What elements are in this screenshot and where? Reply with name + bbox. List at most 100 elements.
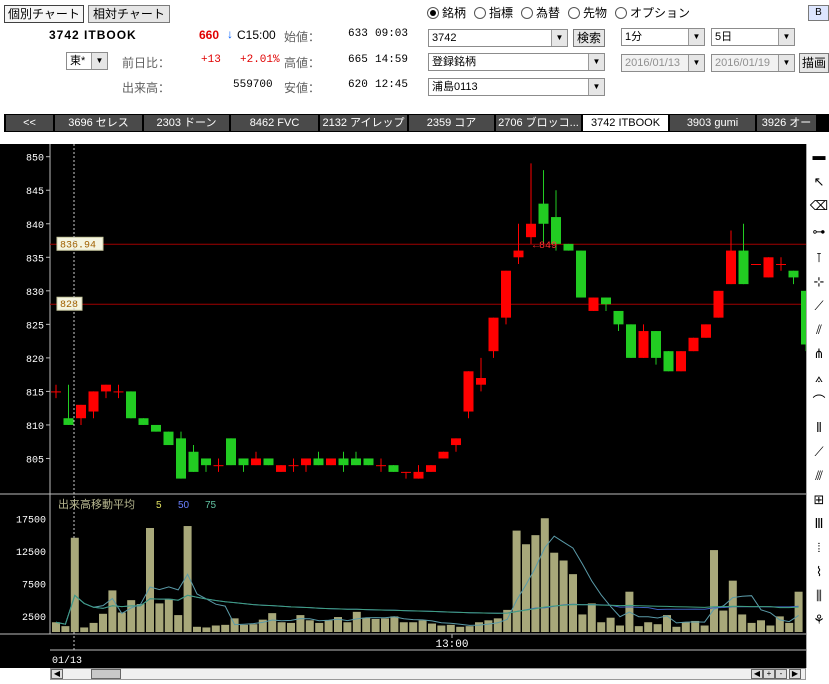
scroll-left-icon[interactable]: ◀ <box>51 669 63 679</box>
zoom-out-icon[interactable]: - <box>775 669 787 679</box>
volume-title: 出来高移動平均 <box>58 497 135 511</box>
volume-bar <box>672 626 681 632</box>
stock-name: 3742 ITBOOK <box>49 28 137 42</box>
candle-body <box>101 384 111 392</box>
volume-bar <box>268 613 277 632</box>
ray-line-icon[interactable]: ⟋ <box>809 442 829 462</box>
volume-bar <box>371 619 380 632</box>
candle-body <box>613 310 624 325</box>
text-icon[interactable]: Ⅲ <box>809 514 829 534</box>
period-count-icon[interactable]: ⦙ <box>809 538 829 558</box>
scroll-first-icon[interactable]: ◀ <box>751 669 763 679</box>
cross-line-icon[interactable]: ⊹ <box>809 272 829 292</box>
parallel-line-icon[interactable]: ⫽ <box>809 320 829 340</box>
candle-body <box>601 297 611 305</box>
channel-icon[interactable]: ⫻ <box>809 466 829 486</box>
volume-bar <box>606 617 615 632</box>
relative-chart-button[interactable]: 相対チャート <box>88 5 170 23</box>
stock-tab[interactable]: 8462 FVC <box>231 115 319 131</box>
radio-dot-icon <box>615 6 627 19</box>
exchange-select[interactable]: 東* ▼ <box>66 52 108 70</box>
scroll-thumb[interactable] <box>91 669 121 679</box>
fan-line-icon[interactable]: ⟑ <box>809 368 829 388</box>
volume-bar <box>522 544 530 632</box>
volume-bar <box>691 620 700 632</box>
gann-icon[interactable]: ⚘ <box>809 610 829 630</box>
toolbar-top-icon[interactable]: ▬ <box>809 146 829 166</box>
stock-tab[interactable]: 3742 ITBOOK <box>583 115 669 131</box>
volume-bar <box>164 598 173 632</box>
zoom-in-icon[interactable]: + <box>763 669 775 679</box>
single-chart-button[interactable]: 個別チャート <box>4 5 84 23</box>
price-tick-label: 850 <box>26 154 44 165</box>
dropdown-arrow-icon: ▼ <box>688 55 704 71</box>
corner-button[interactable]: B <box>808 5 829 21</box>
change-percent: +2.01% <box>240 54 280 66</box>
pattern-icon[interactable]: ⌇ <box>809 562 829 582</box>
price-tick-label: 825 <box>26 321 44 332</box>
stock-tab[interactable]: 2359 コア <box>409 115 495 131</box>
trend-line-icon[interactable]: ⟋ <box>809 296 829 316</box>
radio-index[interactable]: 指標 <box>474 4 513 21</box>
radio-dot-icon <box>474 6 486 19</box>
volume-bar <box>221 624 230 632</box>
candle-body <box>426 465 436 472</box>
volume-bar <box>108 590 117 632</box>
volume-bar <box>362 617 371 632</box>
price-tick-label: 820 <box>26 355 44 366</box>
stock-tab[interactable]: 3696 セレス <box>55 115 143 131</box>
price-tick-label: 835 <box>26 254 44 265</box>
draw-button[interactable]: 描画 <box>799 53 829 73</box>
radio-dot-icon <box>427 6 439 19</box>
eraser-icon[interactable]: ⌫ <box>809 196 829 216</box>
volume-bar <box>240 624 248 632</box>
high-annotation: ←849 <box>533 241 557 252</box>
radio-fx[interactable]: 為替 <box>521 4 560 21</box>
volume-tick-label: 12500 <box>16 548 46 559</box>
vertical-line-icon[interactable]: ⊺ <box>809 248 829 268</box>
candle-body <box>451 438 461 446</box>
volume-bar <box>578 614 587 632</box>
dropdown-arrow-icon: ▼ <box>688 29 704 45</box>
volume-bar <box>550 552 559 632</box>
horizontal-line-icon[interactable]: ⊶ <box>809 222 829 242</box>
cycle-icon[interactable]: ⫼ <box>809 586 829 606</box>
chart-scrollbar[interactable]: ◀ ◀ + - ▶ <box>50 668 806 680</box>
volume-bar <box>484 620 493 632</box>
period-select[interactable]: 5日 ▼ <box>711 28 795 46</box>
price-tick-label: 845 <box>26 187 44 198</box>
stock-tab[interactable]: << <box>6 115 54 131</box>
scroll-right-icon[interactable]: ▶ <box>789 669 801 679</box>
volume-bar <box>475 622 483 632</box>
ruler-icon[interactable]: ⊞ <box>809 490 829 510</box>
watchlist-group-select[interactable]: 浦島0113 ▼ <box>428 78 605 96</box>
stock-tab[interactable]: 3903 gumi <box>670 115 756 131</box>
stock-tab[interactable]: 3926 オー <box>757 115 817 131</box>
code-input[interactable]: 3742 ▼ <box>428 29 568 47</box>
cursor-icon[interactable]: ↖ <box>809 172 829 192</box>
timezone-icon[interactable]: ⦀ <box>809 418 829 438</box>
stock-tab[interactable]: 2706 ブロッコ... <box>496 115 582 131</box>
chart-area[interactable]: 850 845 840 835 830 825 820 815 810 805 836.94 828 ←… <box>0 144 806 668</box>
arc-icon[interactable]: ⌒ <box>809 392 829 412</box>
volume-bar <box>616 625 624 632</box>
radio-stock[interactable]: 銘柄 <box>427 4 466 21</box>
volume-bar <box>155 603 164 632</box>
candle-body <box>463 371 474 412</box>
date-to-select[interactable]: 2016/01/19 ▼ <box>711 54 795 72</box>
candle-body <box>113 391 124 393</box>
candle-body <box>188 451 199 472</box>
volume-bar <box>540 518 549 632</box>
fibonacci-icon[interactable]: ⋔ <box>809 344 829 364</box>
radio-futures[interactable]: 先物 <box>568 4 607 21</box>
stock-tab[interactable]: 2132 アイレップ <box>320 115 408 131</box>
volume-bar <box>287 622 295 632</box>
interval-select[interactable]: 1分 ▼ <box>621 28 705 46</box>
watchlist-select[interactable]: 登録銘柄 ▼ <box>428 53 605 71</box>
radio-options[interactable]: オプション <box>615 4 690 21</box>
date-from-select[interactable]: 2016/01/13 ▼ <box>621 54 705 72</box>
volume-bar <box>352 611 361 632</box>
search-button[interactable]: 検索 <box>573 29 605 47</box>
stock-tab[interactable]: 2303 ドーン <box>144 115 230 131</box>
low-time: 12:45 <box>375 79 409 91</box>
